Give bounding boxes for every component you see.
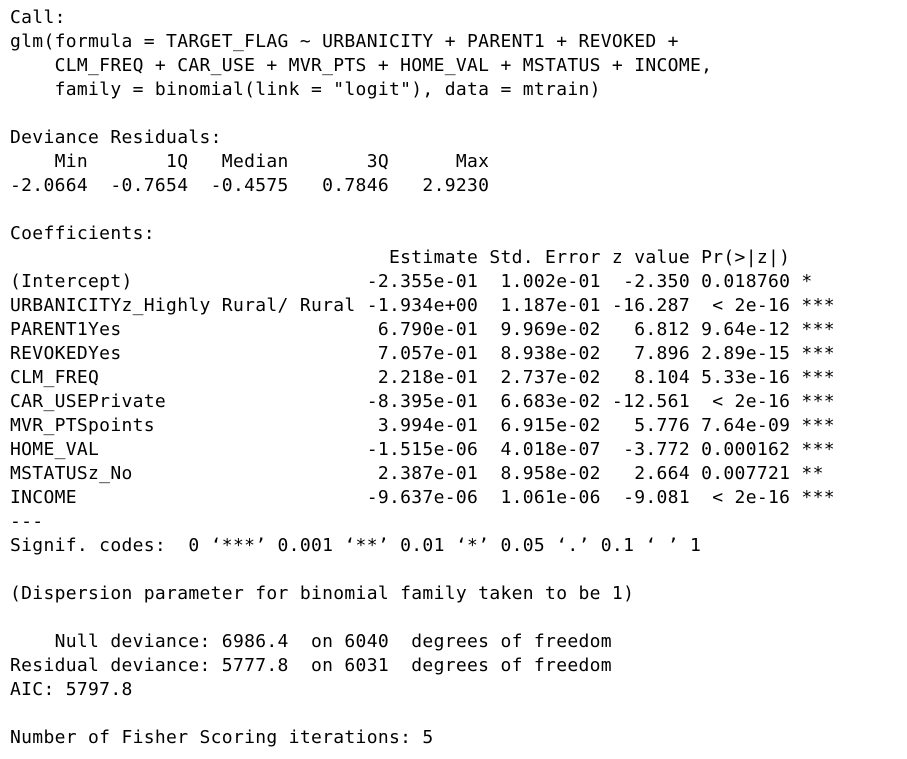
coefficients-header-row: Estimate Std. Error z value Pr(>|z|) [10, 247, 791, 268]
coefficient-row-income: INCOME -9.637e-06 1.061e-06 -9.081 < 2e-… [10, 487, 835, 508]
call-label: Call: [10, 7, 66, 28]
null-deviance-line: Null deviance: 6986.4 on 6040 degrees of… [10, 631, 612, 652]
blank-line [10, 198, 902, 222]
coefficient-row-mvr-pts: MVR_PTSpoints 3.994e-01 6.915e-02 5.776 … [10, 415, 835, 436]
coefficient-row-parent1: PARENT1Yes 6.790e-01 9.969e-02 6.812 9.6… [10, 319, 835, 340]
coefficient-row-clm-freq: CLM_FREQ 2.218e-01 2.737e-02 8.104 5.33e… [10, 367, 835, 388]
coefficient-row-revoked: REVOKEDYes 7.057e-01 8.938e-02 7.896 2.8… [10, 343, 835, 364]
signif-codes-line: Signif. codes: 0 ‘***’ 0.001 ‘**’ 0.01 ‘… [10, 535, 702, 556]
fisher-iterations-line: Number of Fisher Scoring iterations: 5 [10, 727, 434, 748]
call-formula-line-3: family = binomial(link = "logit"), data … [10, 79, 601, 100]
dispersion-note: (Dispersion parameter for binomial famil… [10, 583, 635, 604]
separator-line: --- [10, 511, 44, 532]
deviance-residuals-heading: Deviance Residuals: [10, 127, 222, 148]
blank-line [10, 102, 902, 126]
blank-line [10, 702, 902, 726]
residual-deviance-line: Residual deviance: 5777.8 on 6031 degree… [10, 655, 612, 676]
residuals-header-row: Min 1Q Median 3Q Max [10, 151, 490, 172]
blank-line [10, 606, 902, 630]
r-console-output: Call: glm(formula = TARGET_FLAG ~ URBANI… [10, 6, 902, 754]
call-formula-line-2: CLM_FREQ + CAR_USE + MVR_PTS + HOME_VAL … [10, 55, 713, 76]
call-formula-line-1: glm(formula = TARGET_FLAG ~ URBANICITY +… [10, 31, 679, 52]
coefficient-row-car-use: CAR_USEPrivate -8.395e-01 6.683e-02 -12.… [10, 391, 835, 412]
coefficient-row-home-val: HOME_VAL -1.515e-06 4.018e-07 -3.772 0.0… [10, 439, 835, 460]
coefficient-row-urbanicity: URBANICITYz_Highly Rural/ Rural -1.934e+… [10, 295, 835, 316]
coefficient-row-intercept: (Intercept) -2.355e-01 1.002e-01 -2.350 … [10, 271, 813, 292]
coefficient-row-mstatus: MSTATUSz_No 2.387e-01 8.958e-02 2.664 0.… [10, 463, 824, 484]
aic-line: AIC: 5797.8 [10, 679, 133, 700]
residuals-values-row: -2.0664 -0.7654 -0.4575 0.7846 2.9230 [10, 175, 490, 196]
coefficients-heading: Coefficients: [10, 223, 155, 244]
blank-line [10, 558, 902, 582]
